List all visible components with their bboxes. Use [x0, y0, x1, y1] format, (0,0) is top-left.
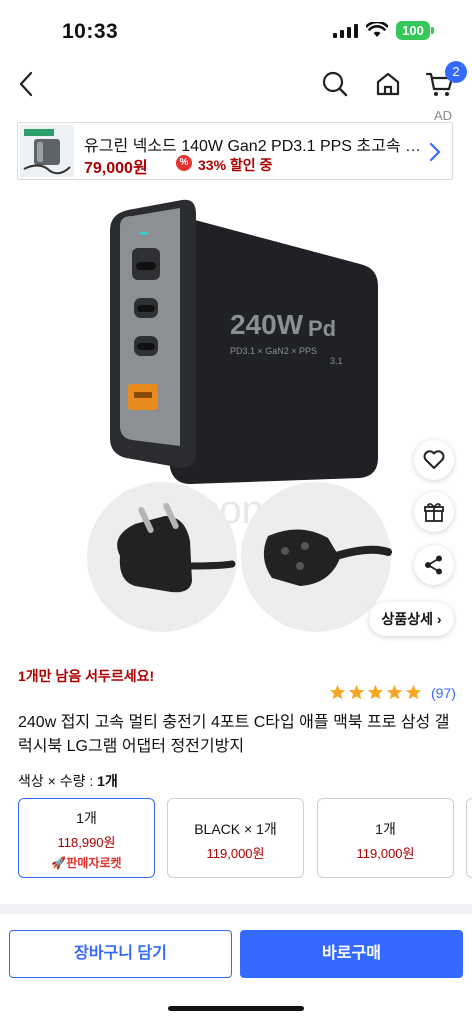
share-button[interactable] [414, 545, 454, 585]
product-title: 240w 접지 고속 멀티 충전기 4포트 C타입 애플 맥북 프로 삼성 갤럭… [18, 714, 450, 755]
rating-stars[interactable] [329, 684, 422, 701]
home-button[interactable] [368, 64, 408, 104]
add-to-cart-button[interactable]: 장바구니 담기 [9, 930, 232, 978]
battery-indicator: 100 [396, 21, 430, 40]
star-icon [348, 684, 365, 700]
chevron-left-icon [19, 71, 33, 97]
back-button[interactable] [6, 64, 46, 104]
status-bar: 10:33 100 [0, 0, 472, 58]
product-detail-button[interactable]: 상품상세 › [369, 602, 454, 636]
status-time: 10:33 [62, 20, 119, 43]
ad-discount: 33% 할인 중 [198, 157, 273, 173]
option-card-1[interactable]: 1개 118,990원 🚀판매자로켓 [18, 798, 155, 878]
wishlist-button[interactable] [414, 440, 454, 480]
option-name: 1개 [76, 810, 97, 826]
seller-rocket-badge: 🚀판매자로켓 [51, 856, 122, 870]
option-label-value: 1개 [97, 773, 118, 789]
section-divider [0, 904, 472, 914]
option-card-next[interactable] [466, 798, 472, 878]
heart-icon [423, 450, 445, 469]
ad-title: 유그린 넥소드 140W Gan2 PD3.1 PPS 초고속 멀티... [84, 138, 424, 155]
charger-sub-label: PD3.1 × GaN2 × PPS [230, 346, 317, 356]
option-name: BLACK × 1개 [194, 821, 277, 837]
buy-now-button[interactable]: 바로구매 [240, 930, 463, 978]
bottom-action-bar: 장바구니 담기 바로구매 [0, 914, 472, 1024]
home-icon [376, 72, 400, 96]
home-indicator [168, 1006, 304, 1011]
ad-banner[interactable]: 유그린 넥소드 140W Gan2 PD3.1 PPS 초고속 멀티... 79… [17, 122, 453, 180]
option-label: 색상 × 수량 : 1개 [18, 771, 118, 791]
ad-mark: AD [434, 108, 453, 123]
stock-notice: 1개만 남음 서두르세요! [18, 668, 155, 684]
charger-pd-logo: Pd [308, 316, 336, 341]
charger-pd-version: 3.1 [330, 356, 343, 366]
top-nav [0, 58, 472, 108]
chevron-right-icon [429, 142, 441, 162]
option-card-3[interactable]: 1개 119,000원 [317, 798, 454, 878]
search-button[interactable] [315, 64, 355, 104]
gift-button[interactable] [414, 492, 454, 532]
search-icon [322, 71, 348, 97]
ad-price: 79,000원 [84, 160, 148, 177]
cart-count-badge: 2 [445, 61, 467, 83]
star-icon [367, 684, 384, 700]
gift-icon [424, 503, 444, 522]
product-image-gallery[interactable]: congcongmall 240W Pd PD3.1 × GaN2 × PPS … [0, 186, 472, 646]
star-icon [386, 684, 403, 700]
option-price: 119,000원 [356, 846, 415, 861]
cellular-signal-icon [333, 24, 358, 38]
product-image: congcongmall 240W Pd PD3.1 × GaN2 × PPS … [87, 199, 392, 632]
review-count[interactable]: (97) [431, 685, 456, 701]
option-name: 1개 [375, 821, 396, 837]
option-card-2[interactable]: BLACK × 1개 119,000원 [167, 798, 304, 878]
option-label-prefix: 색상 × 수량 : [18, 773, 98, 789]
option-price: 119,000원 [206, 846, 265, 861]
charger-label: 240W [230, 309, 304, 340]
share-icon [425, 555, 442, 575]
star-icon [405, 684, 422, 700]
wifi-icon [366, 22, 388, 37]
battery-tip [431, 27, 434, 34]
discount-icon: % [176, 155, 192, 171]
star-icon [329, 684, 346, 700]
option-price: 118,990원 [57, 835, 116, 850]
ad-thumbnail [20, 125, 74, 177]
